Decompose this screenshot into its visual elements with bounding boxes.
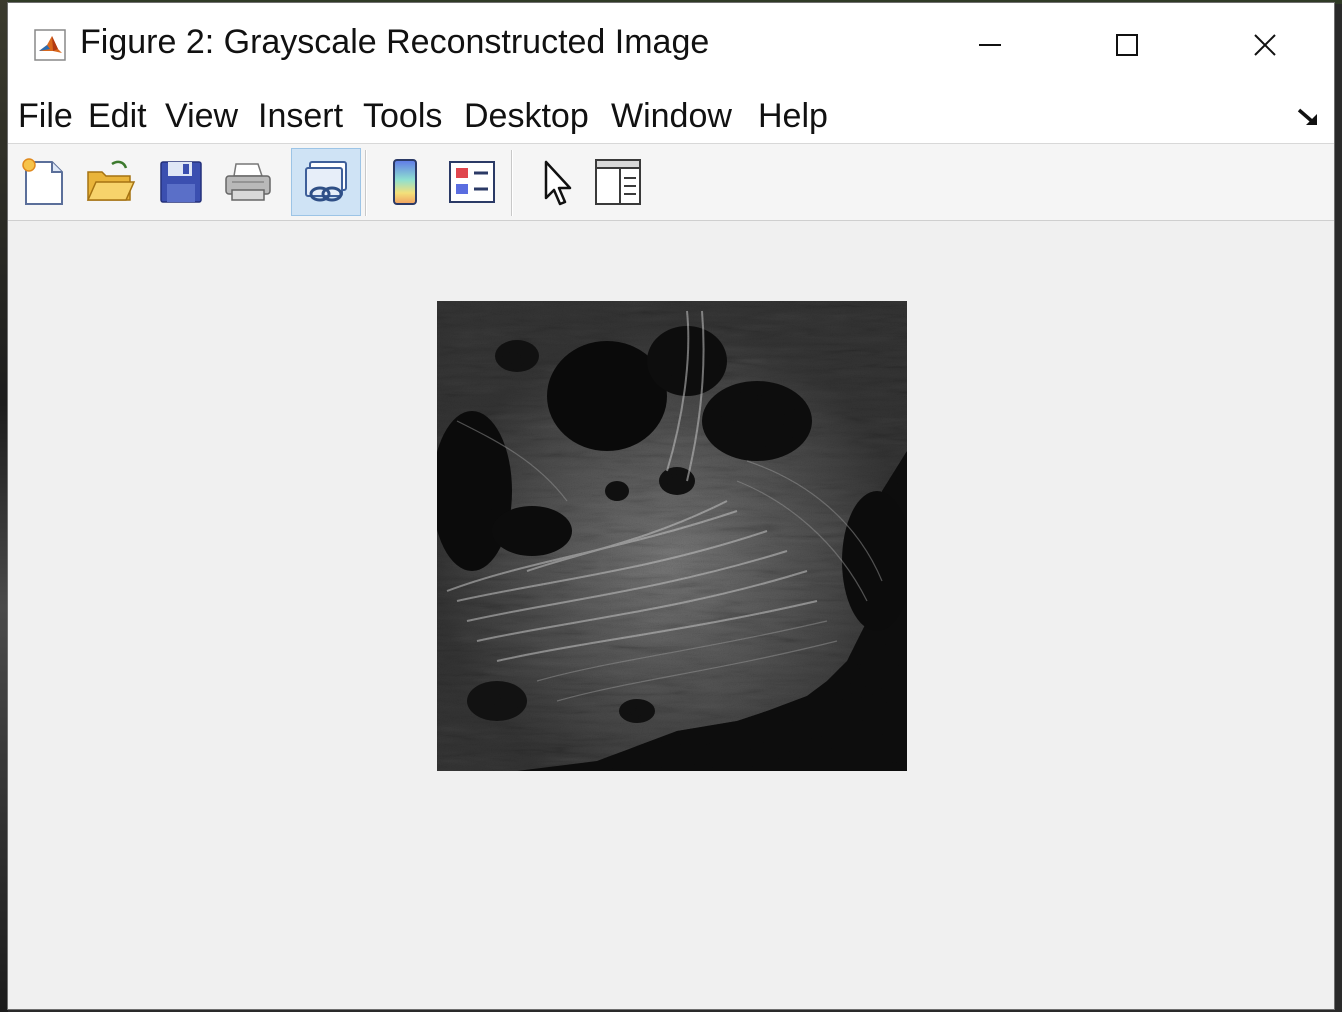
grayscale-image[interactable] (437, 301, 907, 771)
edit-plot-button[interactable] (522, 150, 586, 214)
toolbar-separator (511, 150, 513, 216)
minimize-button[interactable] (966, 21, 1014, 69)
close-button[interactable] (1241, 21, 1289, 69)
link-plot-button[interactable] (291, 148, 361, 216)
save-button[interactable] (149, 150, 213, 214)
figure-window: Figure 2: Grayscale Reconstructed Image … (7, 2, 1335, 1010)
save-icon (160, 161, 202, 203)
print-button[interactable] (216, 150, 280, 214)
figure-toolbar (8, 144, 1334, 221)
dock-arrow-icon[interactable] (1296, 105, 1322, 131)
insert-colorbar-button[interactable] (372, 150, 436, 214)
menu-desktop[interactable]: Desktop (464, 97, 589, 136)
menu-help[interactable]: Help (758, 97, 828, 136)
maximize-icon (1116, 34, 1138, 56)
new-figure-icon (22, 158, 63, 205)
menu-edit[interactable]: Edit (88, 97, 147, 136)
colorbar-icon (393, 159, 417, 205)
menu-insert[interactable]: Insert (258, 97, 343, 136)
figure-canvas[interactable] (8, 221, 1334, 1009)
matlab-icon (34, 29, 66, 61)
new-figure-button[interactable] (12, 150, 76, 214)
legend-icon (449, 161, 495, 203)
toolbar-separator (365, 150, 367, 216)
insert-legend-button[interactable] (440, 150, 504, 214)
menu-file[interactable]: File (18, 97, 73, 136)
menu-bar: File Edit View Insert Tools Desktop Wind… (8, 87, 1334, 144)
window-title: Figure 2: Grayscale Reconstructed Image (80, 23, 710, 61)
edit-plot-pointer-icon (544, 160, 572, 206)
minimize-icon (979, 44, 1001, 46)
menu-view[interactable]: View (165, 97, 238, 136)
maximize-button[interactable] (1103, 21, 1151, 69)
close-icon (1254, 34, 1276, 56)
link-plot-icon (305, 161, 347, 202)
open-file-button[interactable] (78, 150, 142, 214)
open-file-icon (86, 160, 136, 201)
property-inspector-icon (595, 159, 641, 205)
menu-tools[interactable]: Tools (363, 97, 442, 136)
menu-window[interactable]: Window (611, 97, 732, 136)
title-bar[interactable]: Figure 2: Grayscale Reconstructed Image (8, 3, 1334, 87)
print-icon (225, 163, 271, 201)
property-inspector-button[interactable] (586, 150, 650, 214)
